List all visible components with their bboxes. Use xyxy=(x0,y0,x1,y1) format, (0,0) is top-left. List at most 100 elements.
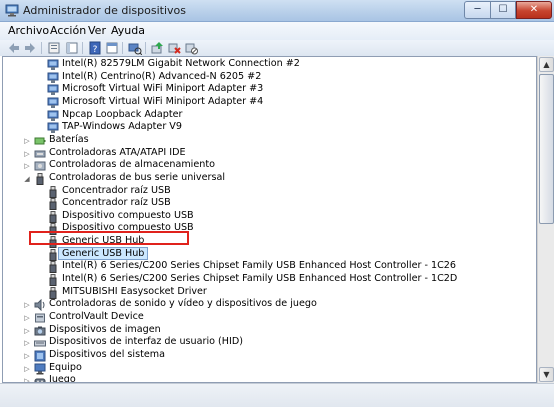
network-adapter-icon xyxy=(47,72,59,84)
tree-item-label: Dispositivos del sistema xyxy=(49,348,165,360)
hid-icon xyxy=(34,337,46,349)
usb-icon xyxy=(47,274,59,287)
tree-item-label: Dispositivo compuesto USB xyxy=(62,222,194,234)
tree-item-label: Controladoras ATA/ATAPI IDE xyxy=(49,146,186,158)
tree-row[interactable]: Generic USB Hub xyxy=(3,246,533,261)
tree-item-label: Concentrador raíz USB xyxy=(62,197,171,209)
battery-icon xyxy=(34,135,46,147)
expand-arrow-icon[interactable]: ▷ xyxy=(23,326,31,336)
window-title: Administrador de dispositivos xyxy=(23,4,187,17)
tree-row[interactable]: Microsoft Virtual WiFi Miniport Adapter … xyxy=(3,83,533,96)
update-driver-icon[interactable] xyxy=(149,40,165,56)
generic-device-icon xyxy=(34,312,46,324)
tree-item-label: Dispositivo compuesto USB xyxy=(62,209,194,221)
system-devices-icon xyxy=(34,350,46,362)
menu-ver[interactable]: Ver xyxy=(88,24,106,37)
scroll-thumb[interactable] xyxy=(539,74,554,224)
expand-arrow-icon[interactable]: ▷ xyxy=(23,300,31,310)
tree-row[interactable]: TAP-Windows Adapter V9 xyxy=(3,121,533,134)
expand-arrow-icon[interactable]: ▷ xyxy=(23,149,31,159)
tree-item-label: Npcap Loopback Adapter xyxy=(62,108,183,120)
back-arrow-icon[interactable] xyxy=(6,40,22,56)
scan-hardware-icon[interactable] xyxy=(127,40,143,56)
tree-row[interactable]: ▷ Controladoras de sonido y vídeo y dispo… xyxy=(3,298,533,312)
toolbar-separator xyxy=(41,42,42,54)
close-button[interactable]: ✕ xyxy=(516,1,552,19)
tree-item-label: Intel(R) Centrino(R) Advanced-N 6205 #2 xyxy=(62,70,262,82)
close-icon: ✕ xyxy=(529,4,539,15)
collapse-arrow-icon[interactable]: ◢ xyxy=(23,174,31,184)
minimize-button[interactable]: ─ xyxy=(464,1,490,19)
tree-item-label: TAP-Windows Adapter V9 xyxy=(62,121,182,133)
computer-icon xyxy=(34,363,46,375)
tree-row[interactable]: ▷ Dispositivos de interfaz de usuario (HI… xyxy=(3,336,533,349)
maximize-button[interactable]: ☐ xyxy=(490,1,516,19)
tree-item-label: Equipo xyxy=(49,361,82,373)
network-adapter-icon xyxy=(47,122,59,134)
tree-row[interactable]: MITSUBISHI Easysocket Driver xyxy=(3,286,533,299)
vertical-scrollbar[interactable]: ▲ ▼ xyxy=(537,56,554,383)
usb-icon xyxy=(47,185,59,198)
menu-accion[interactable]: Acción xyxy=(50,24,86,37)
tree-row[interactable]: Intel(R) 6 Series/C200 Series Chipset Fa… xyxy=(3,273,533,287)
expand-arrow-icon[interactable]: ▷ xyxy=(23,351,31,361)
expand-arrow-icon[interactable]: ▷ xyxy=(23,338,31,348)
scroll-down-button[interactable]: ▼ xyxy=(539,367,554,382)
device-tree[interactable]: Intel(R) 82579LM Gigabit Network Connect… xyxy=(2,56,537,383)
tree-row[interactable]: ▷ ControlVault Device xyxy=(3,311,533,324)
tree-row[interactable]: ◢ Controladoras de bus serie universal xyxy=(3,172,533,185)
tree-item-label: Intel(R) 82579LM Gigabit Network Connect… xyxy=(62,58,300,69)
tree-row[interactable]: Intel(R) 82579LM Gigabit Network Connect… xyxy=(3,58,533,71)
toolbar-separator xyxy=(122,42,123,54)
properties-icon[interactable] xyxy=(46,40,62,56)
tree-row[interactable]: Dispositivo compuesto USB xyxy=(3,222,533,236)
toolbar: ? xyxy=(0,40,554,56)
forward-arrow-icon[interactable] xyxy=(22,40,38,56)
expand-arrow-icon[interactable]: ▷ xyxy=(23,364,31,374)
tree-row[interactable]: ▷ Controladoras de almacenamiento xyxy=(3,159,533,172)
scroll-up-button[interactable]: ▲ xyxy=(539,57,554,72)
tree-row[interactable]: Concentrador raíz USB xyxy=(3,197,533,211)
expand-arrow-icon[interactable]: ▷ xyxy=(23,376,31,382)
tree-row[interactable]: ▷ Controladoras ATA/ATAPI IDE xyxy=(3,146,533,160)
expand-arrow-icon[interactable]: ▷ xyxy=(23,313,31,323)
tree-item-label: Controladoras de sonido y vídeo y dispos… xyxy=(49,298,317,310)
tree-item-label: ControlVault Device xyxy=(49,311,144,322)
help-icon[interactable]: ? xyxy=(87,40,103,56)
tree-row[interactable]: ▷ Dispositivos del sistema xyxy=(3,348,533,362)
expand-arrow-icon[interactable]: ▷ xyxy=(23,136,31,146)
minimize-icon: ─ xyxy=(474,4,481,15)
tree-row[interactable]: Intel(R) 6 Series/C200 Series Chipset Fa… xyxy=(3,260,533,274)
sound-icon xyxy=(34,299,46,312)
usb-icon xyxy=(47,210,59,223)
uninstall-icon[interactable] xyxy=(166,40,182,56)
device-manager-app-icon xyxy=(5,4,19,17)
disable-icon[interactable] xyxy=(183,40,199,56)
network-adapter-icon xyxy=(47,59,59,71)
tree-item-label: Concentrador raíz USB xyxy=(62,184,171,196)
title-bar[interactable]: Administrador de dispositivos ─ ☐ ✕ xyxy=(0,0,554,22)
network-adapter-icon xyxy=(47,97,59,109)
usb-icon xyxy=(47,261,59,274)
tree-row[interactable]: ▷ Baterías xyxy=(3,133,533,147)
tree-row[interactable]: Npcap Loopback Adapter xyxy=(3,108,533,122)
console-window-icon[interactable] xyxy=(104,40,120,56)
menu-ayuda[interactable]: Ayuda xyxy=(111,24,145,37)
tree-item-label: Dispositivos de interfaz de usuario (HID… xyxy=(49,336,243,348)
status-bar xyxy=(0,383,554,407)
expand-arrow-icon[interactable]: ▷ xyxy=(23,161,31,171)
menu-archivo[interactable]: Archivo xyxy=(8,24,49,37)
maximize-icon: ☐ xyxy=(498,4,508,15)
tree-row[interactable]: Microsoft Virtual WiFi Miniport Adapter … xyxy=(3,96,533,109)
tree-row[interactable]: ▷ Dispositivos de imagen xyxy=(3,324,533,337)
tree-row[interactable]: Concentrador raíz USB xyxy=(3,184,533,198)
menu-bar: Archivo Acción Ver Ayuda xyxy=(0,22,554,40)
network-adapter-icon xyxy=(47,110,59,122)
tree-row[interactable]: Dispositivo compuesto USB xyxy=(3,209,533,223)
tree-row[interactable]: ▷ Juego xyxy=(3,374,533,382)
tree-row[interactable]: Intel(R) Centrino(R) Advanced-N 6205 #2 xyxy=(3,70,533,84)
tree-item-label: Baterías xyxy=(49,133,89,145)
tree-item-label: Controladoras de almacenamiento xyxy=(49,159,215,171)
tree-row[interactable]: ▷ Equipo xyxy=(3,361,533,375)
console-tree-icon[interactable] xyxy=(64,40,80,56)
